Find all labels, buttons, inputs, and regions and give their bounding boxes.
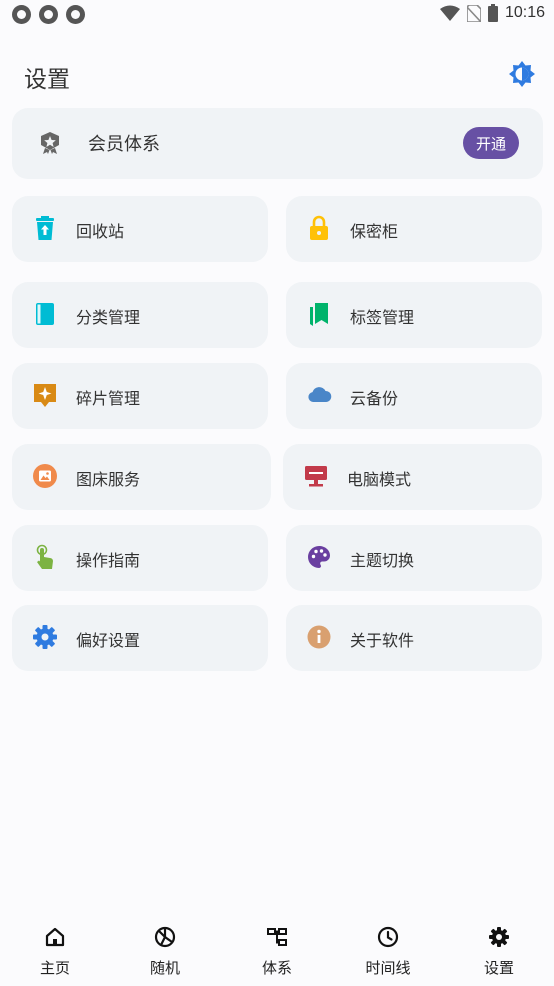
tile-label: 电脑模式	[347, 470, 412, 489]
page-title: 设置	[24, 67, 70, 93]
vip-badge-icon	[41, 132, 59, 154]
tile-label: 图床服务	[76, 470, 141, 489]
bookmarks-icon	[306, 301, 332, 327]
settings-icon	[32, 624, 58, 650]
desktop-mode-tile[interactable]: 电脑模式	[283, 444, 542, 510]
lock-icon	[306, 215, 332, 241]
fragment-management-tile[interactable]: 碎片管理	[12, 363, 268, 429]
recycle-bin-icon	[32, 215, 58, 241]
header: 设置	[0, 50, 554, 102]
tile-label: 主题切换	[350, 551, 415, 570]
status-time: 10:16	[504, 4, 545, 21]
clock-icon	[377, 926, 399, 948]
nav-label: 体系	[261, 959, 292, 977]
about-software-tile[interactable]: 关于软件	[286, 605, 542, 671]
nav-label: 设置	[483, 959, 514, 977]
notification-icon	[12, 5, 31, 24]
notification-icon	[39, 5, 58, 24]
battery-icon	[487, 4, 498, 22]
info-icon	[306, 624, 332, 650]
nav-hierarchy[interactable]: 体系	[222, 918, 332, 986]
touch-icon	[32, 544, 58, 570]
random-icon	[154, 926, 176, 948]
cloud-backup-tile[interactable]: 云备份	[286, 363, 542, 429]
member-label: 会员体系	[88, 134, 160, 155]
nav-random[interactable]: 随机	[110, 918, 220, 986]
book-icon	[32, 301, 58, 327]
tile-label: 保密柜	[350, 222, 399, 241]
home-icon	[45, 927, 65, 947]
preferences-tile[interactable]: 偏好设置	[12, 605, 268, 671]
nav-timeline[interactable]: 时间线	[333, 918, 443, 986]
bottom-navigation: 主页 随机 体系 时间线 设置	[0, 918, 554, 986]
image-hosting-tile[interactable]: 图床服务	[12, 444, 271, 510]
tile-label: 云备份	[350, 389, 399, 408]
settings-icon	[489, 927, 509, 947]
category-management-tile[interactable]: 分类管理	[12, 282, 268, 348]
vault-tile[interactable]: 保密柜	[286, 196, 542, 262]
tile-label: 碎片管理	[76, 389, 141, 408]
tile-label: 偏好设置	[76, 631, 141, 650]
nav-label: 时间线	[365, 959, 411, 977]
tag-management-tile[interactable]: 标签管理	[286, 282, 542, 348]
hierarchy-icon	[267, 928, 287, 946]
recycle-bin-tile[interactable]: 回收站	[12, 196, 268, 262]
desktop-icon	[303, 463, 329, 489]
open-membership-button[interactable]: 开通	[463, 127, 519, 159]
palette-icon	[306, 544, 332, 570]
no-sim-icon	[466, 4, 481, 22]
brightness-icon[interactable]	[508, 60, 536, 88]
tile-label: 分类管理	[76, 308, 141, 327]
notification-icons	[12, 5, 85, 24]
nav-label: 主页	[39, 959, 70, 977]
tile-label: 关于软件	[350, 631, 415, 650]
nav-settings[interactable]: 设置	[444, 918, 554, 986]
tile-label: 标签管理	[350, 308, 415, 327]
sparkle-icon	[32, 382, 58, 408]
nav-home[interactable]: 主页	[0, 918, 110, 986]
nav-label: 随机	[149, 959, 180, 977]
user-guide-tile[interactable]: 操作指南	[12, 525, 268, 591]
notification-icon	[66, 5, 85, 24]
member-card[interactable]: 会员体系 开通	[12, 108, 543, 179]
wifi-icon	[439, 5, 460, 21]
status-bar: 10:16	[0, 0, 554, 30]
image-icon	[32, 463, 58, 489]
tile-label: 回收站	[76, 222, 125, 241]
theme-switch-tile[interactable]: 主题切换	[286, 525, 542, 591]
tile-label: 操作指南	[76, 551, 141, 570]
cloud-icon	[306, 382, 332, 408]
